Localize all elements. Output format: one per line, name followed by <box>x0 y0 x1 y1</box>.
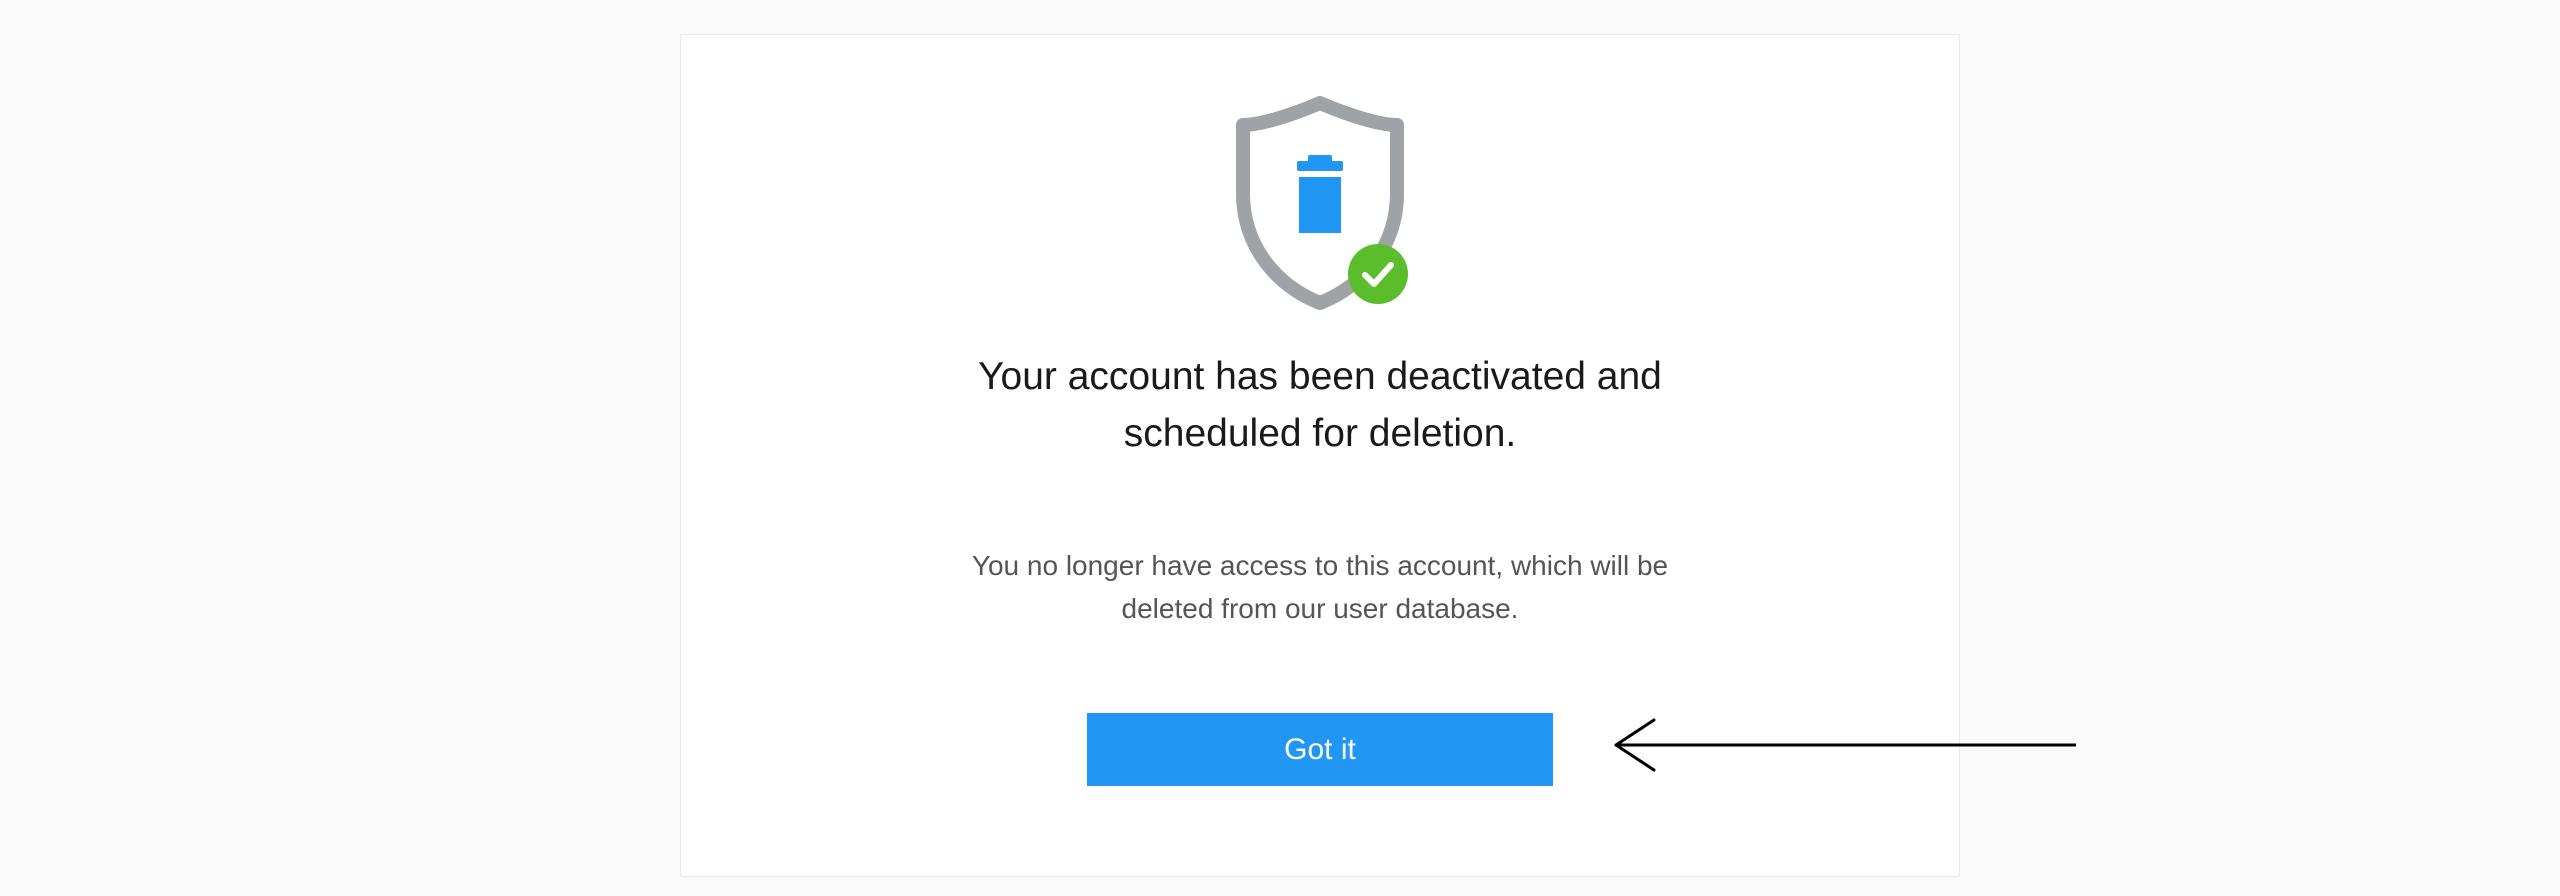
check-circle-icon <box>1347 243 1409 305</box>
dialog-subtitle: You no longer have access to this accoun… <box>930 544 1710 631</box>
dialog-title: Your account has been deactivated and sc… <box>910 349 1730 462</box>
trash-icon <box>1297 155 1343 233</box>
annotation-arrow <box>1576 700 2096 790</box>
shield-trash-icon <box>1225 95 1415 311</box>
got-it-button[interactable]: Got it <box>1087 713 1553 786</box>
